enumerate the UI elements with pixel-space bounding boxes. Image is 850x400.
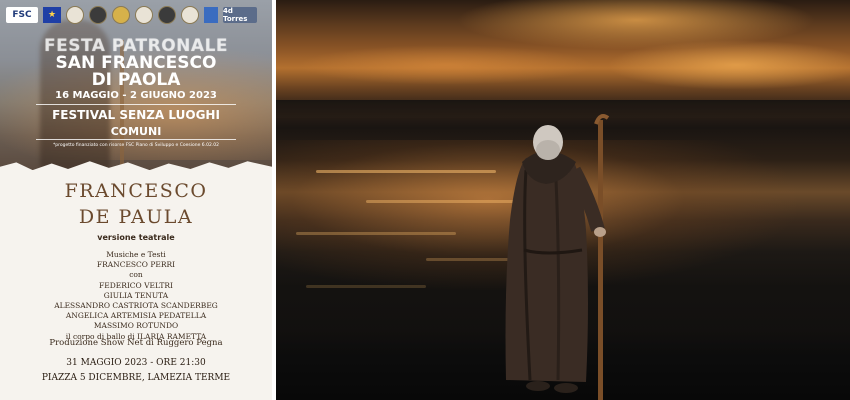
association-logo: [181, 6, 199, 24]
funding-note: *progetto finanziato con risorse FSC Pia…: [52, 143, 219, 148]
credit-line: ALESSANDRO CASTRIOTA SCANDERBEG: [54, 301, 218, 311]
production-credit: Produzione Show Net di Ruggero Pegna: [49, 338, 223, 348]
show-title-line1: FRANCESCO: [64, 180, 208, 202]
credits-list: Musiche e Testi FRANCESCO PERRI con FEDE…: [0, 250, 272, 342]
event-venue: PIAZZA 5 DICEMBRE, LAMEZIA TERME: [41, 373, 231, 383]
fsc-logo: FSC: [6, 7, 38, 23]
event-poster: FSC ★ 4d Torres FESTA PATRONALE SAN FRAN…: [0, 0, 272, 400]
divider-line: [36, 104, 236, 105]
sea-light-streak: [316, 170, 496, 173]
festival-dates: 16 MAGGIO - 2 GIUGNO 2023: [55, 90, 217, 101]
credit-line: FRANCESCO PERRI: [96, 260, 176, 270]
monk-beard: [536, 140, 560, 160]
monk-foot: [526, 381, 550, 391]
monk-staff: [598, 120, 603, 400]
blue-emblem-logo: [204, 7, 218, 23]
saint-name-line2: DI PAOLA: [91, 70, 181, 90]
credit-line: MASSIMO ROTUNDO: [93, 321, 179, 331]
credit-line: ANGELICA ARTEMISIA PEDATELLA: [65, 311, 207, 321]
credit-line: con: [129, 270, 143, 280]
municipality-crest-logo: [112, 6, 130, 24]
region-crest-logo: [89, 6, 107, 24]
diocese-crest-logo: [158, 6, 176, 24]
event-datetime: 31 MAGGIO 2023 - ORE 21:30: [66, 358, 206, 368]
sunset-cloud: [606, 40, 850, 90]
republic-emblem-logo: [66, 6, 84, 24]
monk-figure: [505, 114, 610, 400]
city-crest-logo: [135, 6, 153, 24]
credit-line: GIULIA TENUTA: [103, 290, 169, 300]
sea-light-streak: [296, 232, 456, 235]
festival-name: FESTIVAL SENZA LUOGHI: [52, 108, 220, 122]
show-title-line2: DE PAULA: [78, 206, 194, 228]
stage-photo: [276, 0, 850, 400]
sunset-cloud: [296, 45, 596, 85]
sponsor-logos-row: FSC ★ 4d Torres: [6, 4, 268, 26]
credit-line: Musiche e Testi: [106, 250, 166, 259]
monk-hand: [594, 227, 606, 237]
eu-flag-logo: ★: [43, 7, 61, 23]
festival-comuni: COMUNI: [110, 125, 162, 138]
divider-line: [36, 139, 236, 140]
sea-light-streak: [306, 285, 426, 288]
show-version: versione teatrale: [97, 233, 175, 242]
monk-foot: [554, 383, 578, 393]
credit-line: FEDERICO VELTRI: [99, 280, 173, 290]
torres-logo: 4d Torres: [223, 7, 257, 23]
